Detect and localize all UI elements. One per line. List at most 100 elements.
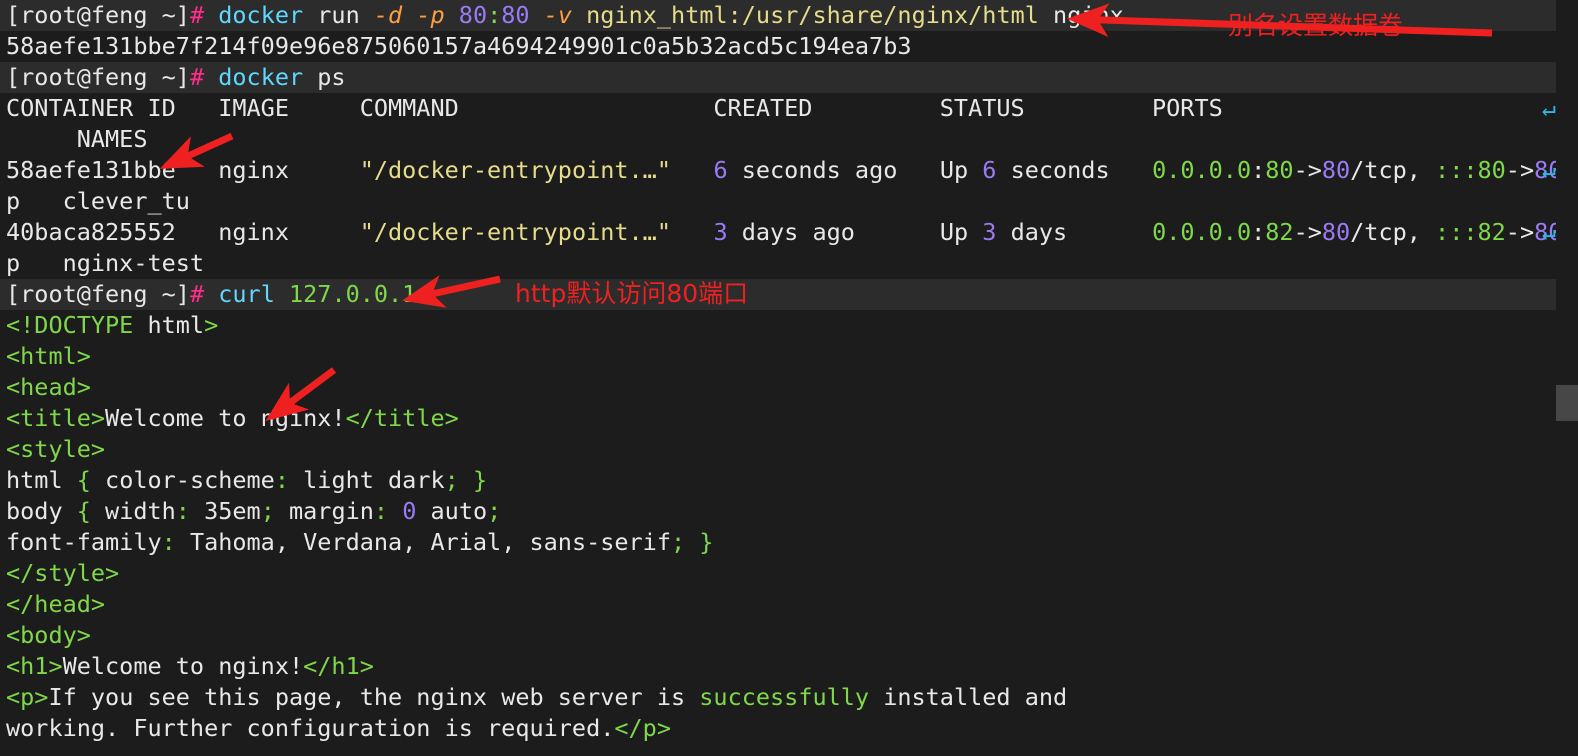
text-span [388, 497, 402, 525]
text-span: margin [274, 497, 374, 525]
terminal-output-line: <title>Welcome to nginx!</title> [0, 403, 1578, 434]
text-span: 6 [982, 156, 997, 184]
text-span: nginx [175, 218, 360, 246]
line-wrap-icon: ↵ [1541, 156, 1556, 184]
text-span: -> [1505, 218, 1535, 246]
text-span: : [274, 466, 289, 494]
text-span: ; [670, 528, 700, 556]
text-span [671, 218, 713, 246]
text-span: days [996, 218, 1153, 246]
scrollbar[interactable] [1556, 0, 1578, 756]
annotation-label: http默认访问80端口 [515, 279, 749, 308]
terminal-output-line: <!DOCTYPE html> [0, 310, 1578, 341]
text-span: 80 [501, 1, 530, 29]
text-span: 127.0.0.1 [289, 280, 417, 308]
text-span: Welcome to nginx! [62, 652, 304, 680]
text-span: nginx_html:/usr/share/nginx/html [586, 1, 1039, 29]
terminal-output-line: </head> [0, 589, 1578, 620]
terminal-output-line: body { width: 35em; margin: 0 auto; [0, 496, 1578, 527]
text-span: html [133, 311, 205, 339]
text-span: <title> [6, 404, 106, 432]
text-span: 35em [189, 497, 261, 525]
terminal-output-line: <style> [0, 434, 1578, 465]
text-span: p nginx-test [6, 249, 205, 277]
text-span: light dark [289, 466, 445, 494]
terminal-output[interactable]: [root@feng ~]# docker run -d -p 80:80 -v… [0, 0, 1578, 744]
text-span [671, 156, 713, 184]
text-span [204, 63, 218, 91]
text-span: -v [543, 1, 572, 29]
line-wrap-icon: ↵ [1541, 94, 1556, 122]
text-span: </style> [6, 559, 120, 587]
text-span [402, 1, 416, 29]
text-span: 80 [1477, 156, 1506, 184]
text-span: seconds [996, 156, 1153, 184]
annotation-label: 别名设置数据卷 [1228, 11, 1404, 40]
terminal-output-line: <html> [0, 341, 1578, 372]
text-span: ; [487, 497, 502, 525]
text-span: "/docker-entrypoint.…" [359, 218, 671, 246]
text-span: seconds ago Up [727, 156, 983, 184]
text-span: Welcome to nginx! [105, 404, 346, 432]
text-span: 58aefe131bbe [6, 156, 176, 184]
text-span: : [161, 528, 176, 556]
terminal-output-line: <p>If you see this page, the nginx web s… [0, 682, 1578, 713]
text-span: -> [1293, 156, 1322, 184]
text-span: CONTAINER ID IMAGE COMMAND CREATED STATU… [6, 94, 1223, 122]
text-span: ; [444, 466, 473, 494]
text-span: If you see this page, the nginx web serv… [48, 683, 700, 711]
text-span: NAMES [6, 125, 148, 153]
text-span: : [1251, 156, 1266, 184]
text-span: [root@feng ~] [6, 63, 190, 91]
text-span: : [1251, 218, 1266, 246]
text-span: : [373, 497, 389, 525]
text-span: : [175, 497, 190, 525]
text-span: 58aefe131bbe7f214f09e96e875060157a469424… [6, 32, 912, 60]
text-span: 3 [982, 218, 997, 246]
terminal-output-line: 58aefe131bbe nginx "/docker-entrypoint.…… [0, 155, 1578, 186]
text-span: "/docker-entrypoint.…" [359, 156, 671, 184]
terminal-output-line: p nginx-test [0, 248, 1578, 279]
terminal-output-line: p clever_tu [0, 186, 1578, 217]
text-span: [root@feng ~] [6, 280, 190, 308]
text-span: </title> [345, 404, 459, 432]
text-span: 0 [402, 497, 417, 525]
text-span: : [487, 1, 502, 29]
text-span: 6 [713, 156, 728, 184]
text-span: Tahoma, Verdana, Arial, sans-serif [175, 528, 671, 556]
text-span: 40baca825552 [6, 218, 176, 246]
text-span: <head> [6, 373, 91, 401]
text-span [204, 1, 218, 29]
terminal-output-line: <head> [0, 372, 1578, 403]
text-span: auto [416, 497, 488, 525]
text-span: run [303, 1, 374, 29]
text-span: <p> [6, 683, 49, 711]
text-span: docker [218, 1, 304, 29]
terminal-output-line: CONTAINER ID IMAGE COMMAND CREATED STATU… [0, 93, 1578, 124]
text-span: working. Further configuration is requir… [6, 714, 615, 742]
terminal-output-line: 40baca825552 nginx "/docker-entrypoint.…… [0, 217, 1578, 248]
text-span: successfully [699, 683, 870, 711]
text-span: <h1> [6, 652, 63, 680]
text-span: color-scheme [90, 466, 275, 494]
text-span: html [6, 466, 77, 494]
terminal-output-line: </style> [0, 558, 1578, 589]
text-span: font-family [6, 528, 162, 556]
text-span: </p> [614, 714, 671, 742]
text-span: <html> [6, 342, 91, 370]
text-span: docker [218, 63, 304, 91]
text-span: installed and [869, 683, 1068, 711]
scrollbar-thumb[interactable] [1556, 385, 1578, 421]
terminal-output-line: working. Further configuration is requir… [0, 713, 1578, 744]
text-span: 82 [1477, 218, 1506, 246]
text-span: ; [260, 497, 275, 525]
text-span: /tcp, [1350, 218, 1436, 246]
text-span: days ago Up [727, 218, 983, 246]
text-span: nginx [1038, 1, 1124, 29]
terminal-command-line: [root@feng ~]# curl 127.0.0.1 [0, 279, 1578, 310]
text-span [204, 280, 218, 308]
text-span: </h1> [303, 652, 374, 680]
text-span: -p [416, 1, 445, 29]
text-span: /tcp, [1350, 156, 1436, 184]
text-span [275, 280, 289, 308]
